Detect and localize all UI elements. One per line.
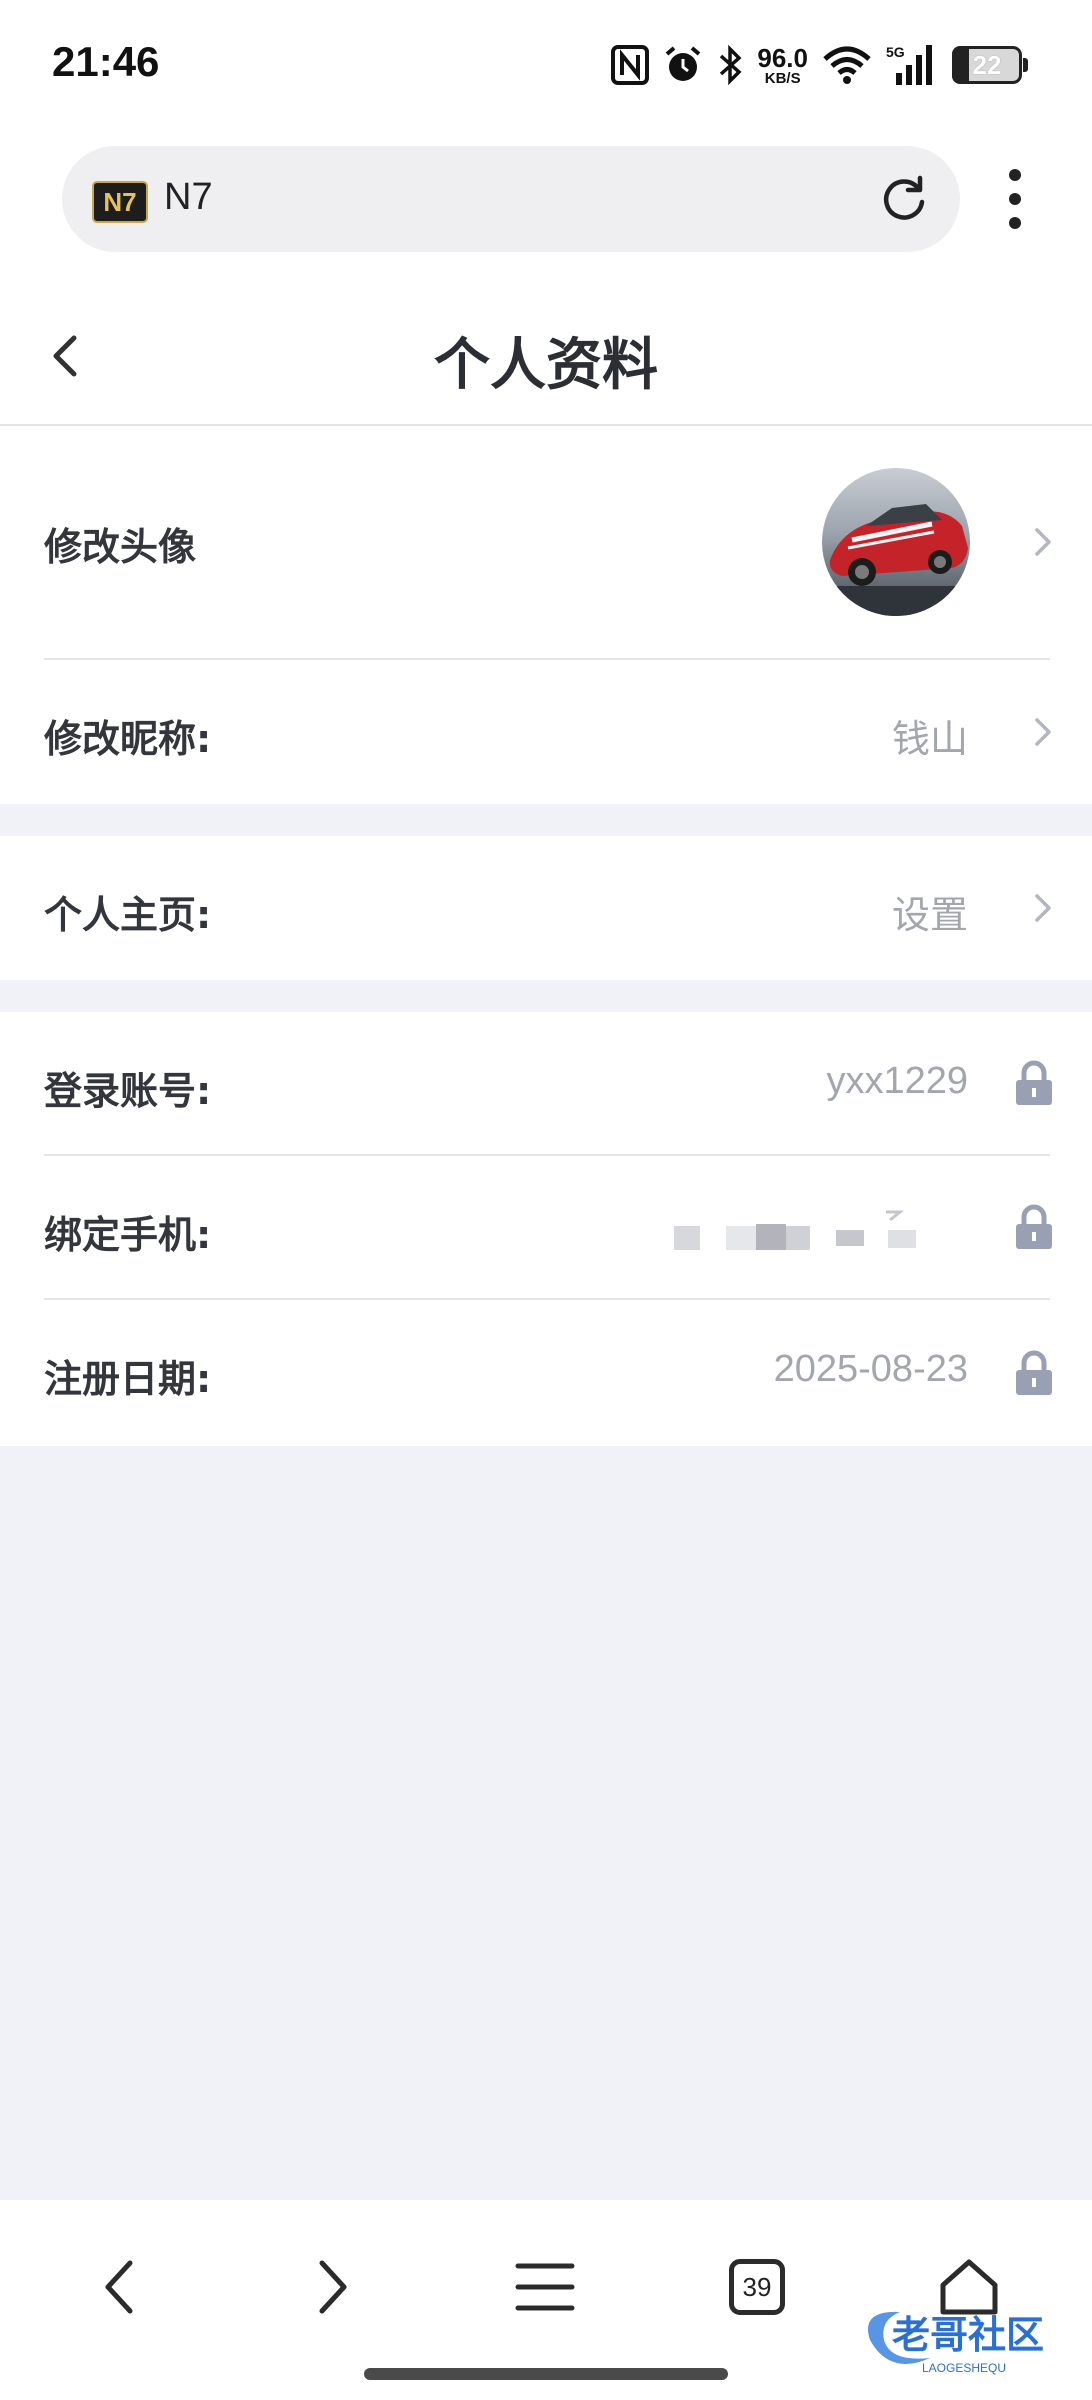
network-type: 5G bbox=[886, 44, 905, 60]
edit-avatar-label: 修改头像 bbox=[44, 525, 197, 569]
chevron-right-icon bbox=[1035, 718, 1051, 746]
lock-icon bbox=[1016, 1060, 1052, 1105]
arrow-left-icon bbox=[105, 2260, 133, 2314]
battery-level: 22 bbox=[972, 49, 1002, 80]
net-speed-unit: KB/S bbox=[764, 69, 801, 87]
more-menu-icon[interactable] bbox=[1000, 166, 1030, 232]
account-label: 登录账号: bbox=[44, 1069, 212, 1113]
bluetooth-icon bbox=[720, 44, 742, 86]
register-date-label: 注册日期: bbox=[44, 1357, 212, 1401]
arrow-right-icon bbox=[319, 2260, 347, 2314]
nav-menu-button[interactable] bbox=[500, 2242, 590, 2332]
section-gap bbox=[0, 980, 1092, 1012]
edit-nickname-row[interactable]: 修改昵称: 钱山 bbox=[0, 660, 1092, 804]
watermark-subtext: LAOGESHEQU bbox=[922, 2361, 1006, 2375]
page-header: 个人资料 bbox=[0, 290, 1092, 426]
nav-forward-button[interactable] bbox=[286, 2242, 376, 2332]
wifi-icon bbox=[823, 46, 871, 84]
section-gap bbox=[0, 804, 1092, 836]
signal-icon: 5G bbox=[886, 44, 932, 85]
avatar[interactable] bbox=[822, 468, 970, 616]
edit-nickname-label: 修改昵称: bbox=[44, 717, 212, 761]
nfc-icon bbox=[611, 45, 650, 85]
chevron-right-icon bbox=[1035, 528, 1051, 556]
homepage-label: 个人主页: bbox=[44, 893, 212, 937]
nav-tabs-button[interactable]: 39 bbox=[712, 2242, 802, 2332]
homepage-value: 设置 bbox=[891, 895, 968, 937]
status-time: 21:46 bbox=[52, 38, 160, 85]
url-bar[interactable]: N7 N7 bbox=[62, 146, 960, 252]
homepage-row[interactable]: 个人主页: 设置 bbox=[0, 836, 1092, 980]
nickname-value: 钱山 bbox=[891, 719, 968, 761]
alarm-icon bbox=[666, 46, 701, 81]
watermark-logo: 老哥社区 LAOGESHEQU bbox=[868, 2311, 1044, 2375]
chevron-right-icon bbox=[1035, 894, 1051, 922]
register-date-row: 注册日期: 2025-08-23 bbox=[0, 1300, 1092, 1446]
register-date-value: 2025-08-23 bbox=[773, 1348, 968, 1390]
site-title: N7 bbox=[164, 176, 213, 218]
page-title: 个人资料 bbox=[434, 333, 658, 398]
lock-icon bbox=[1016, 1204, 1052, 1249]
status-bar: 21:46 96.0 KB/S 5G 22 bbox=[0, 0, 1092, 130]
edit-avatar-row[interactable]: 修改头像 bbox=[0, 426, 1092, 658]
account-value: yxx1229 bbox=[826, 1060, 968, 1102]
lock-icon bbox=[1016, 1350, 1052, 1395]
content-background bbox=[0, 1446, 1092, 2200]
account-row: 登录账号: yxx1229 bbox=[0, 1012, 1092, 1156]
menu-icon bbox=[515, 2263, 575, 2311]
home-indicator[interactable] bbox=[364, 2368, 728, 2380]
nav-back-button[interactable] bbox=[76, 2242, 166, 2332]
status-icons: 96.0 KB/S 5G 22 bbox=[611, 40, 1028, 90]
battery-icon: 22 bbox=[952, 46, 1028, 84]
phone-label: 绑定手机: bbox=[44, 1213, 212, 1257]
tabs-count-icon: 39 bbox=[729, 2259, 785, 2315]
phone-value-redacted bbox=[674, 1210, 916, 1250]
net-speed-value: 96.0 bbox=[757, 42, 808, 73]
reload-icon[interactable] bbox=[878, 172, 930, 224]
site-logo-icon: N7 bbox=[92, 181, 148, 223]
watermark-text: 老哥社区 bbox=[892, 2313, 1044, 2357]
net-speed: 96.0 KB/S bbox=[757, 45, 808, 86]
